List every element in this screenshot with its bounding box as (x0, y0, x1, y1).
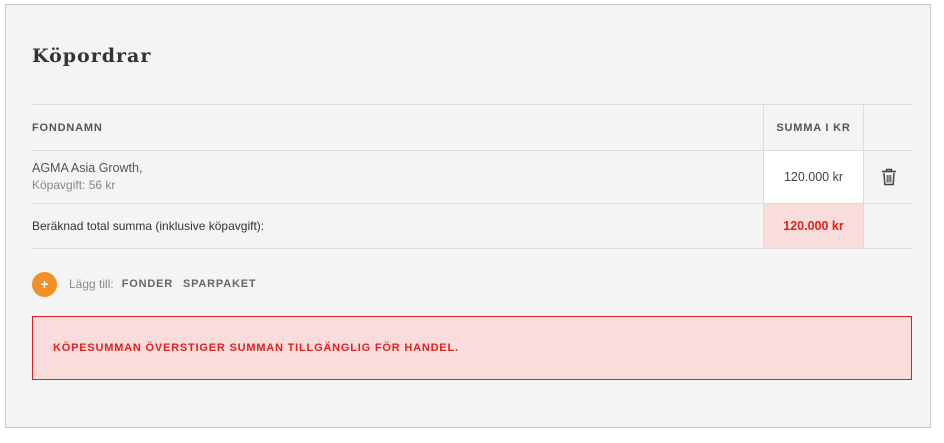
fund-fee: Köpavgift: 56 kr (32, 178, 116, 192)
error-banner: KÖPESUMMAN ÖVERSTIGER SUMMAN TILLGÄNGLIG… (32, 316, 912, 380)
add-row: + Lägg till: FONDER SPARPAKET (32, 271, 256, 297)
total-row: Beräknad total summa (inklusive köpavgif… (32, 203, 913, 249)
column-header-fund-name: FONDNAMN (32, 105, 763, 150)
add-funds-link[interactable]: FONDER (122, 278, 173, 290)
table-header-row: FONDNAMN SUMMA I KR (32, 104, 913, 150)
total-actions-cell (864, 204, 913, 248)
fund-name: AGMA Asia Growth, (32, 161, 143, 175)
amount-field[interactable]: 120.000 kr (763, 151, 864, 203)
add-button[interactable]: + (32, 271, 57, 297)
total-label-cell: Beräknad total summa (inklusive köpavgif… (32, 204, 763, 248)
delete-row-button[interactable] (864, 151, 913, 203)
orders-table: FONDNAMN SUMMA I KR AGMA Asia Growth, Kö… (32, 104, 913, 249)
total-amount: 120.000 kr (783, 219, 844, 233)
buy-orders-panel: Köpordrar FONDNAMN SUMMA I KR AGMA Asia … (5, 4, 931, 428)
amount-value: 120.000 kr (783, 170, 844, 184)
column-header-actions (864, 105, 913, 150)
add-savings-package-link[interactable]: SPARPAKET (183, 278, 256, 290)
fund-cell: AGMA Asia Growth, Köpavgift: 56 kr (32, 151, 763, 203)
page-title: Köpordrar (32, 45, 152, 67)
column-header-sum: SUMMA I KR (763, 105, 864, 150)
column-header-fund-name-label: FONDNAMN (32, 121, 103, 134)
error-message: KÖPESUMMAN ÖVERSTIGER SUMMAN TILLGÄNGLIG… (53, 342, 459, 354)
column-header-sum-label: SUMMA I KR (776, 121, 851, 134)
total-amount-cell: 120.000 kr (763, 204, 864, 248)
total-label: Beräknad total summa (inklusive köpavgif… (32, 219, 265, 233)
table-row: AGMA Asia Growth, Köpavgift: 56 kr 120.0… (32, 150, 913, 203)
plus-icon: + (40, 276, 49, 292)
add-label: Lägg till: (69, 277, 114, 291)
trash-icon[interactable] (881, 168, 897, 186)
